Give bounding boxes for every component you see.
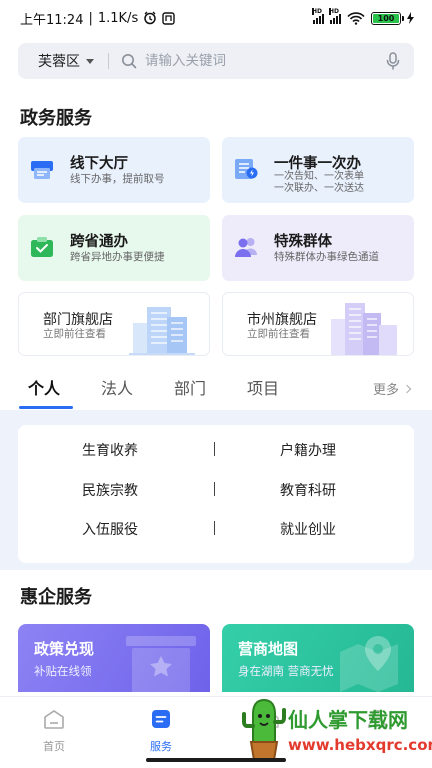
category-tabs: 个人 法人 部门 项目 更多 [0, 370, 432, 410]
building-illustration [129, 307, 195, 355]
offline-hall-title: 线下大厅 [70, 156, 128, 172]
cactus-logo-icon [242, 698, 286, 761]
department-store-title: 部门旗舰店 [43, 312, 113, 328]
special-groups-card[interactable]: 特殊群体 特殊群体办事绿色通道 [222, 215, 414, 281]
one-thing-subtitle-line-1: 一次告知、一次表单 [274, 171, 364, 182]
offline-hall-subtitle: 线下办事，提前取号 [70, 173, 165, 185]
policy-cash-subtitle: 补贴在线领 [34, 664, 92, 678]
map-pin-illustration [340, 636, 398, 692]
service-item[interactable]: 教育科研 [280, 480, 336, 500]
cross-province-icon [31, 237, 53, 257]
search-bar: 芙蓉区 [18, 43, 414, 79]
active-tab-indicator [19, 406, 73, 409]
service-item[interactable]: 生育收养 [82, 440, 138, 460]
watermark-url: www.hebxqrc.com [288, 736, 432, 754]
offline-hall-card[interactable]: 线下大厅 线下办事，提前取号 [18, 137, 210, 203]
one-thing-subtitle-line-2: 一次联办、一次送达 [274, 183, 364, 194]
caret-down-icon [86, 58, 94, 64]
service-divider [214, 521, 215, 535]
enterprise-services-title: 惠企服务 [20, 587, 92, 608]
one-thing-subtitle: 一次告知、一次表单 一次联办、一次送达 [274, 171, 364, 195]
queue-ticket-icon [31, 161, 53, 179]
business-map-card[interactable]: 营商地图 身在湖南 营商无忧 [222, 624, 414, 692]
status-divider: | [88, 10, 93, 26]
service-item[interactable]: 就业创业 [280, 519, 336, 539]
chevron-right-icon [402, 384, 412, 393]
department-store-subtitle: 立即前往查看 [43, 328, 106, 340]
battery-level: 100 [377, 13, 395, 23]
network-speed: 1.1K/s [97, 10, 139, 26]
policy-cash-title: 政策兑现 [34, 640, 95, 658]
one-thing-title: 一件事一次办 [274, 156, 361, 172]
signal-1-icon: HD [312, 7, 324, 24]
gov-services-title: 政务服务 [20, 108, 92, 129]
tab-personal[interactable]: 个人 [28, 375, 60, 399]
status-bar: 上午11:24 | 1.1K/s HD HD 100 [0, 0, 432, 36]
nav-home-label: 首页 [43, 740, 65, 753]
watermark: 仙人掌下载网 www.hebxqrc.com [238, 688, 432, 768]
building-illustration [331, 303, 397, 355]
nfc-icon [162, 11, 175, 25]
cross-province-card[interactable]: 跨省通办 跨省异地办事更便捷 [18, 215, 210, 281]
search-input[interactable] [145, 53, 386, 69]
service-item[interactable]: 民族宗教 [82, 480, 138, 500]
cross-province-title: 跨省通办 [70, 234, 128, 250]
watermark-text: 仙人掌下载网 [288, 708, 408, 732]
service-item[interactable]: 入伍服役 [82, 519, 138, 539]
policy-box-illustration [126, 636, 196, 692]
city-store-card[interactable]: 市州旗舰店 立即前往查看 [222, 292, 414, 356]
nav-home[interactable]: 首页 [24, 709, 84, 754]
nav-services[interactable]: 服务 [131, 709, 191, 754]
city-store-subtitle: 立即前往查看 [247, 328, 310, 340]
alarm-icon [144, 11, 156, 25]
charging-icon [407, 12, 414, 24]
service-item[interactable]: 户籍办理 [280, 440, 336, 460]
wifi-icon [347, 11, 365, 25]
home-icon [44, 710, 64, 729]
service-divider [214, 442, 215, 456]
service-divider [214, 482, 215, 496]
home-indicator [146, 758, 286, 762]
one-thing-card[interactable]: 一件事一次办 一次告知、一次表单 一次联办、一次送达 [222, 137, 414, 203]
business-map-subtitle: 身在湖南 营商无忧 [238, 664, 334, 678]
search-divider [108, 53, 109, 69]
special-groups-subtitle: 特殊群体办事绿色通道 [274, 251, 379, 263]
cross-province-subtitle: 跨省异地办事更便捷 [70, 251, 165, 263]
microphone-icon[interactable] [386, 52, 400, 70]
nav-services-label: 服务 [150, 740, 172, 753]
signal-2-icon: HD [329, 7, 341, 24]
battery-icon: 100 [371, 11, 404, 25]
tab-project[interactable]: 项目 [247, 375, 279, 399]
more-label: 更多 [372, 383, 399, 398]
business-map-title: 营商地图 [238, 640, 299, 658]
status-time: 上午11:24 [20, 12, 84, 28]
city-store-title: 市州旗舰店 [247, 312, 317, 328]
department-store-card[interactable]: 部门旗舰店 立即前往查看 [18, 292, 210, 356]
tab-legal-person[interactable]: 法人 [101, 375, 133, 399]
region-label: 芙蓉区 [38, 54, 80, 70]
document-lightning-icon [235, 159, 258, 179]
services-icon [152, 710, 170, 728]
search-icon [122, 54, 137, 69]
policy-cash-card[interactable]: 政策兑现 补贴在线领 [18, 624, 210, 692]
more-link[interactable]: 更多 [372, 379, 412, 398]
tab-department[interactable]: 部门 [174, 375, 206, 399]
user-group-icon [235, 238, 257, 257]
region-selector[interactable]: 芙蓉区 [38, 51, 94, 71]
personal-services-panel: 生育收养 户籍办理 民族宗教 教育科研 入伍服役 就业创业 [18, 425, 414, 563]
special-groups-title: 特殊群体 [274, 234, 332, 250]
